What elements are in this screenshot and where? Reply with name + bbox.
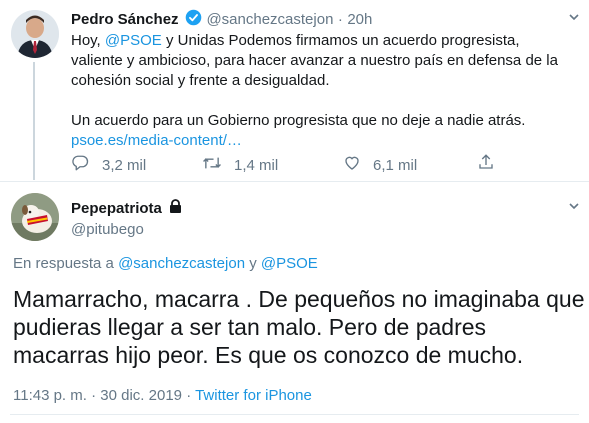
share-icon[interactable] bbox=[477, 153, 495, 176]
text-line: valiente y ambicioso, para hacer avanzar… bbox=[71, 52, 558, 69]
retweet-count: 1,4 mil bbox=[234, 157, 279, 174]
text-part: Hoy, bbox=[71, 32, 101, 49]
divider bbox=[10, 414, 579, 415]
reply-and: y bbox=[249, 255, 257, 272]
author-handle[interactable]: @sanchezcastejon bbox=[206, 11, 333, 28]
mention-link[interactable]: @sanchezcastejon bbox=[118, 255, 245, 272]
author-name[interactable]: Pedro Sánchez bbox=[71, 11, 179, 28]
text-part: y Unidas Podemos firmamos un acuerdo pro… bbox=[161, 32, 520, 49]
tweet-header: Pedro Sánchez @sanchezcastejon · 20h bbox=[71, 9, 372, 31]
thread-line bbox=[33, 62, 35, 180]
heart-icon bbox=[343, 154, 361, 177]
tweet-time[interactable]: 11:43 p. m. bbox=[13, 387, 87, 404]
like-count: 6,1 mil bbox=[373, 157, 418, 174]
reply-context: En respuesta a @sanchezcastejon y @PSOE bbox=[13, 254, 318, 274]
reply-icon bbox=[71, 154, 89, 177]
author-name[interactable]: Pepepatriota bbox=[71, 200, 162, 217]
reply-prefix: En respuesta a bbox=[13, 255, 114, 272]
text-line: pudieras llegar a ser tan malo. Pero de … bbox=[13, 314, 487, 340]
chevron-down-icon[interactable] bbox=[568, 10, 580, 26]
text-line: Un acuerdo para un Gobierno progresista … bbox=[71, 112, 526, 129]
reply-count: 3,2 mil bbox=[102, 157, 147, 174]
separator: · bbox=[186, 387, 192, 404]
url-link[interactable]: psoe.es/media-content/… bbox=[71, 131, 576, 151]
verified-icon bbox=[185, 9, 202, 31]
text-line: macarras hijo peor. Es que os conozco de… bbox=[13, 342, 524, 368]
text-line: Mamarracho, macarra . De pequeños no ima… bbox=[13, 286, 585, 312]
separator: · bbox=[337, 11, 343, 28]
source-link[interactable]: Twitter for iPhone bbox=[195, 387, 312, 404]
tweet-header: Pepepatriota bbox=[71, 199, 182, 219]
lock-icon bbox=[169, 199, 182, 219]
text-line: cohesión social y frente a desigualdad. bbox=[71, 72, 330, 89]
avatar[interactable] bbox=[11, 193, 59, 241]
retweet-action[interactable]: 1,4 mil bbox=[202, 154, 278, 177]
tweet-body: Hoy, @PSOE y Unidas Podemos firmamos un … bbox=[71, 31, 576, 151]
retweet-icon bbox=[202, 154, 222, 177]
avatar[interactable] bbox=[11, 10, 59, 58]
mention-link[interactable]: @PSOE bbox=[261, 255, 318, 272]
divider bbox=[0, 181, 589, 182]
tweet-date[interactable]: 30 dic. 2019 bbox=[100, 387, 182, 404]
tweet-time[interactable]: 20h bbox=[347, 11, 372, 28]
tweet-meta: 11:43 p. m. · 30 dic. 2019 · Twitter for… bbox=[13, 386, 312, 406]
like-action[interactable]: 6,1 mil bbox=[343, 154, 417, 177]
reply-action[interactable]: 3,2 mil bbox=[71, 154, 146, 177]
mention-link[interactable]: @PSOE bbox=[105, 32, 162, 49]
chevron-down-icon[interactable] bbox=[568, 199, 580, 215]
author-handle[interactable]: @pitubego bbox=[71, 220, 144, 240]
tweet-body: Mamarracho, macarra . De pequeños no ima… bbox=[13, 285, 585, 369]
separator: · bbox=[91, 387, 97, 404]
